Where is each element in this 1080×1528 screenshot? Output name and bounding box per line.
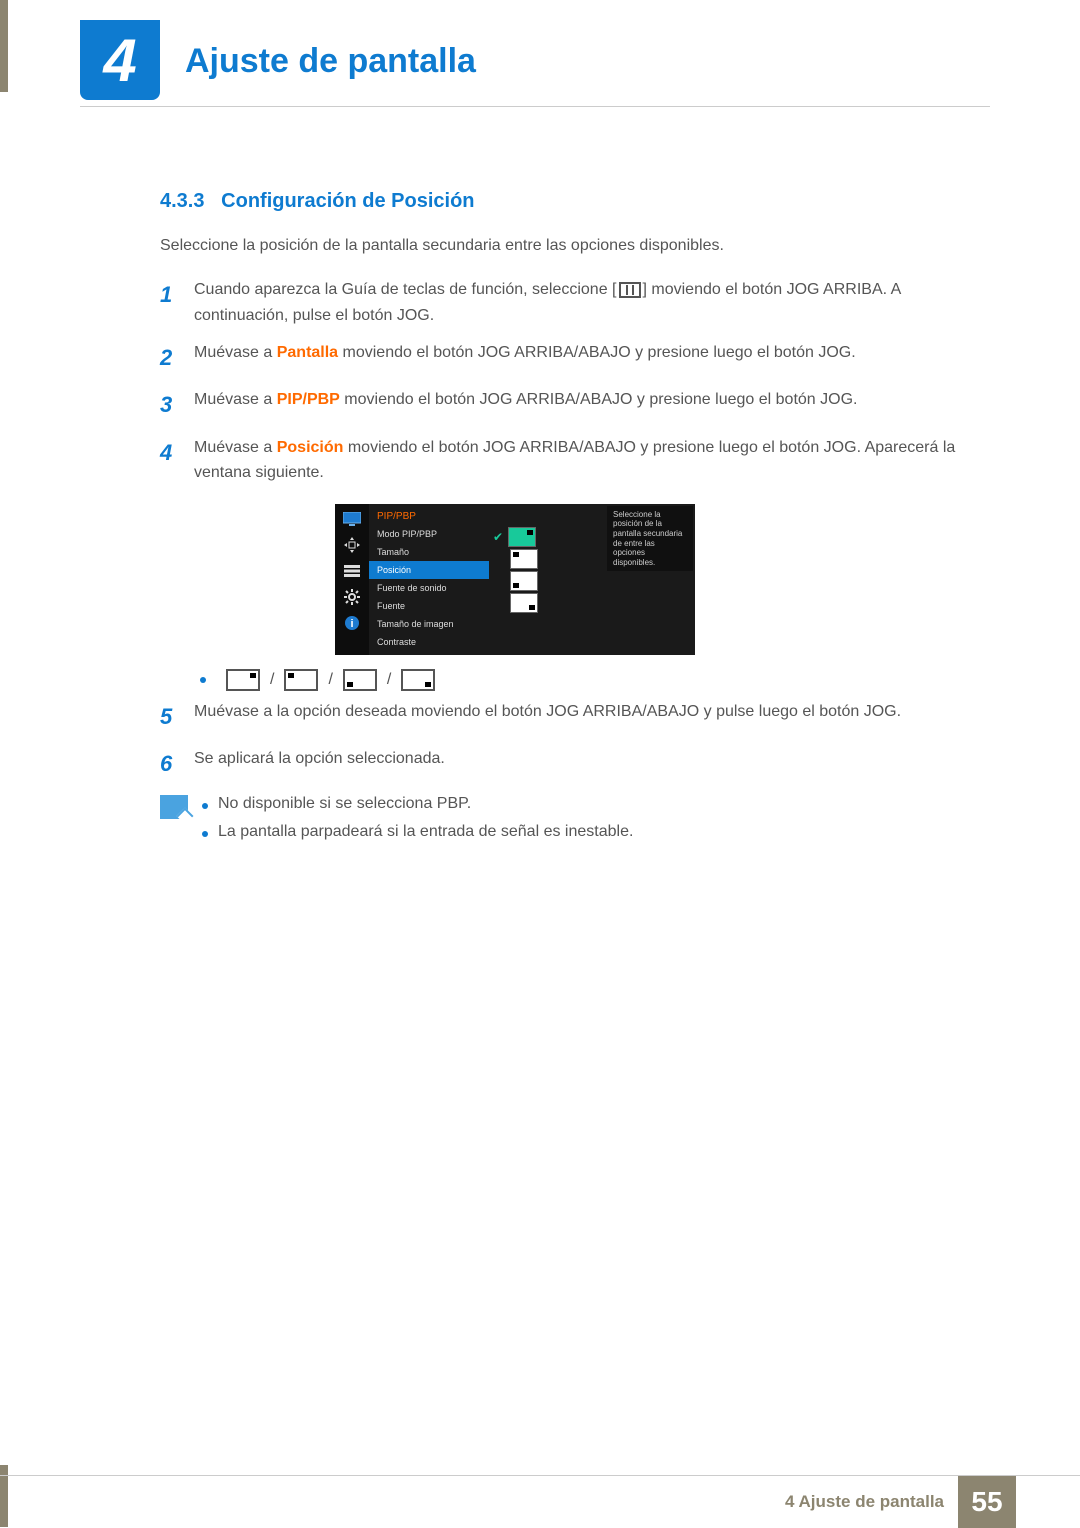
note-text: No disponible si se selecciona PBP. [218,795,471,813]
section-title: 4.3.3 Configuración de Posición [160,190,980,213]
step-body: Muévase a Posición moviendo el botón JOG… [194,435,980,486]
text: moviendo el botón JOG ARRIBA/ABAJO y pre… [340,391,858,408]
keyword-posicion: Posición [277,439,344,456]
osd-menu-list: PIP/PBP Modo PIP/PBP Tamaño Posición Fue… [369,504,489,655]
separator: / [387,671,391,689]
position-swatch-bottom-left [343,669,377,691]
text: Muévase a [194,344,277,361]
step-body: Muévase a Pantalla moviendo el botón JOG… [194,340,980,375]
step-6: 6 Se aplicará la opción seleccionada. [160,746,980,781]
note-text: La pantalla parpadeará si la entrada de … [218,823,633,841]
gear-icon [342,588,362,606]
monitor-icon [342,510,362,528]
osd-header: PIP/PBP [369,508,489,525]
chapter-title: Ajuste de pantalla [185,42,476,81]
bullet-icon [200,677,206,683]
note-icon [160,795,188,819]
text: moviendo el botón JOG ARRIBA/ABAJO y pre… [338,344,856,361]
bullet-icon [202,803,208,809]
separator: / [270,671,274,689]
step-body: Muévase a PIP/PBP moviendo el botón JOG … [194,387,980,422]
position-option-top-right-selected [509,528,535,546]
position-swatch-top-right [226,669,260,691]
label: Posición [377,565,411,575]
label: Fuente [377,601,405,611]
step-1: 1 Cuando aparezca la Guía de teclas de f… [160,277,980,328]
list-icon [342,562,362,580]
position-option-bottom-right [511,594,537,612]
bullet-icon [202,831,208,837]
position-option-bottom-left [511,572,537,590]
chapter-number: 4 [103,26,136,95]
step-list-continued: 5 Muévase a la opción deseada moviendo e… [160,699,980,781]
step-body: Se aplicará la opción seleccionada. [194,746,980,781]
note-item: No disponible si se selecciona PBP. [202,795,633,813]
move-icon [342,536,362,554]
osd-row-contrast: Contraste [369,633,489,651]
position-option-top-left [511,550,537,568]
thumb-row [493,594,691,612]
osd-row-mode: Modo PIP/PBP [369,525,489,543]
position-swatch-bottom-right [401,669,435,691]
note-block: No disponible si se selecciona PBP. La p… [160,795,980,851]
separator: / [328,671,332,689]
footer-chapter-label: 4 Ajuste de pantalla [785,1492,958,1512]
svg-text:i: i [350,618,353,630]
osd-description: Seleccione la posición de la pantalla se… [607,506,693,572]
position-swatch-top-left [284,669,318,691]
step-2: 2 Muévase a Pantalla moviendo el botón J… [160,340,980,375]
osd-row-source: Fuente [369,597,489,615]
text: Muévase a [194,439,277,456]
step-3: 3 Muévase a PIP/PBP moviendo el botón JO… [160,387,980,422]
step-number: 3 [160,387,178,422]
keyword-pip-pbp: PIP/PBP [277,391,340,408]
step-number: 1 [160,277,178,328]
header-divider [80,106,990,107]
thumb-row [493,572,691,590]
label: Fuente de sonido [377,583,447,593]
step-number: 2 [160,340,178,375]
step-number: 5 [160,699,178,734]
step-number: 6 [160,746,178,781]
text: Cuando aparezca la Guía de teclas de fun… [194,281,617,298]
header-accent-bar [0,0,8,92]
note-list: No disponible si se selecciona PBP. La p… [202,795,633,851]
section-intro: Seleccione la posición de la pantalla se… [160,237,980,255]
info-icon: i [342,614,362,632]
step-4: 4 Muévase a Posición moviendo el botón J… [160,435,980,486]
step-body: Muévase a la opción deseada moviendo el … [194,699,980,734]
note-item: La pantalla parpadeará si la entrada de … [202,823,633,841]
step-body: Cuando aparezca la Guía de teclas de fun… [194,277,980,328]
text: Muévase a [194,391,277,408]
step-number: 4 [160,435,178,486]
chapter-number-box: 4 [80,20,160,100]
osd-row-position-selected: Posición [369,561,489,579]
label: Tamaño de imagen [377,619,454,629]
step-list: 1 Cuando aparezca la Guía de teclas de f… [160,277,980,486]
section-number: 4.3.3 [160,190,204,212]
page-footer: 4 Ajuste de pantalla 55 [0,1475,1080,1527]
check-icon: ✔ [493,530,503,544]
osd-row-size: Tamaño [369,543,489,561]
footer-page-number: 55 [958,1476,1016,1528]
label: Modo PIP/PBP [377,529,437,539]
label: Contraste [377,637,416,647]
page-content: 4.3.3 Configuración de Posición Seleccio… [160,190,980,851]
label: Tamaño [377,547,409,557]
osd-sidebar-icons: i [335,504,369,655]
osd-menu-screenshot: i PIP/PBP Modo PIP/PBP Tamaño Posición F… [335,504,695,655]
step-5: 5 Muévase a la opción deseada moviendo e… [160,699,980,734]
osd-row-imgsize: Tamaño de imagen [369,615,489,633]
menu-icon [619,282,641,298]
position-options-inline: / / / [200,669,980,691]
osd-row-sound: Fuente de sonido [369,579,489,597]
section-heading: Configuración de Posición [221,190,474,212]
keyword-pantalla: Pantalla [277,344,338,361]
